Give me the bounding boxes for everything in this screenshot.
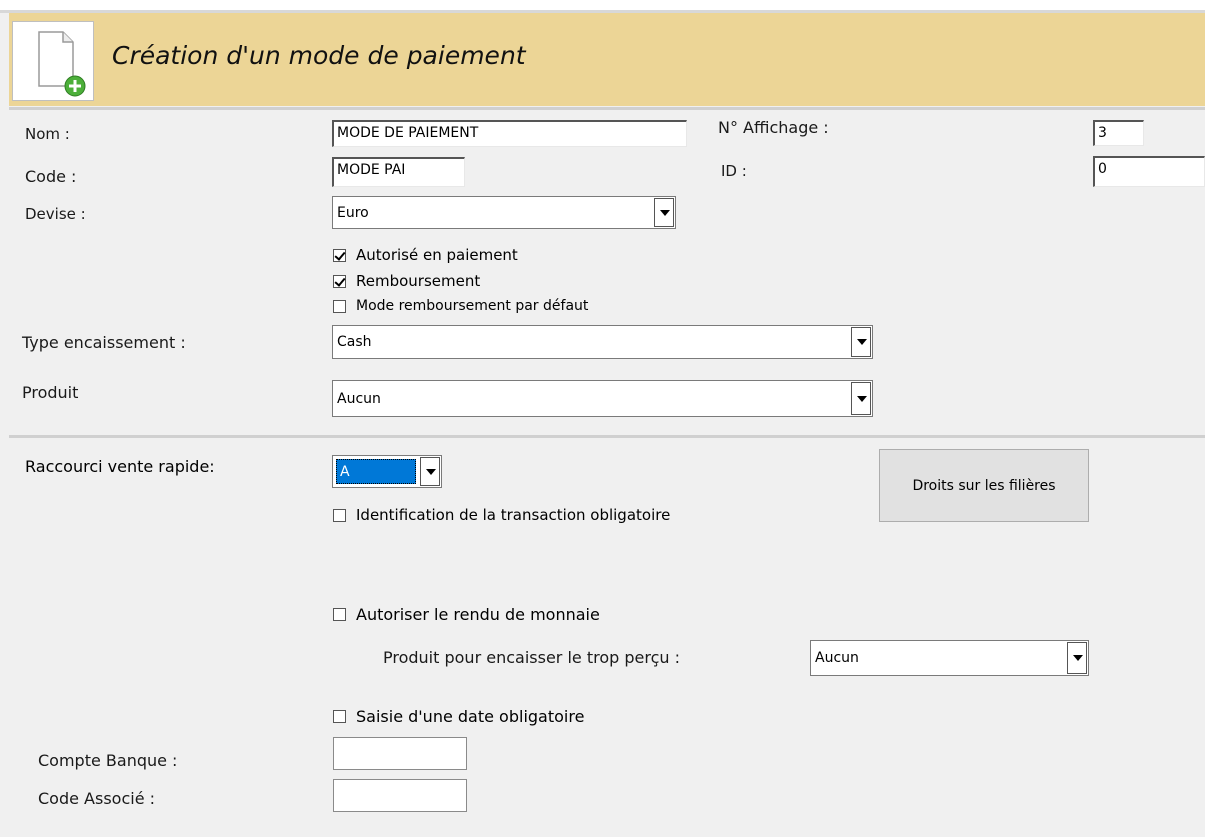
- checkbox-label: Autoriser le rendu de monnaie: [356, 605, 600, 624]
- affichage-label: N° Affichage :: [718, 118, 829, 137]
- checkbox-identification[interactable]: Identification de la transaction obligat…: [333, 506, 670, 524]
- devise-select[interactable]: Euro: [332, 196, 676, 229]
- nom-label: Nom :: [25, 125, 70, 143]
- compte-banque-label: Compte Banque :: [38, 751, 178, 770]
- id-input[interactable]: 0: [1093, 156, 1205, 187]
- checkbox-label: Autorisé en paiement: [356, 246, 518, 264]
- chevron-down-icon[interactable]: [851, 382, 871, 415]
- chevron-down-icon[interactable]: [654, 198, 674, 227]
- code-associe-label: Code Associé :: [38, 789, 156, 808]
- section-divider: [9, 435, 1205, 438]
- compte-banque-input[interactable]: [333, 737, 467, 770]
- checkbox-checked-icon[interactable]: [333, 274, 346, 288]
- chevron-down-icon[interactable]: [1067, 642, 1087, 674]
- produit-trop-percu-value: Aucun: [815, 650, 859, 666]
- raccourci-value: A: [340, 463, 350, 480]
- type-encaissement-label: Type encaissement :: [22, 333, 186, 352]
- checkbox-unchecked-icon[interactable]: [333, 508, 346, 522]
- code-input[interactable]: MODE PAI: [332, 157, 465, 187]
- checkbox-remboursement[interactable]: Remboursement: [333, 272, 480, 290]
- header-divider: [9, 107, 1205, 110]
- chevron-down-icon[interactable]: [851, 327, 871, 357]
- checkbox-unchecked-icon[interactable]: [333, 299, 346, 313]
- window-title: Création d'un mode de paiement: [112, 41, 526, 70]
- produit-select[interactable]: Aucun: [332, 380, 873, 417]
- raccourci-select[interactable]: A: [332, 455, 442, 488]
- produit-trop-percu-label: Produit pour encaisser le trop perçu :: [383, 648, 680, 667]
- checkbox-label: Remboursement: [356, 272, 481, 290]
- top-strip: [0, 0, 1205, 10]
- checkbox-checked-icon[interactable]: [333, 248, 346, 262]
- new-document-icon: [12, 21, 94, 101]
- checkbox-unchecked-icon[interactable]: [333, 608, 346, 621]
- checkbox-mode-remboursement-defaut[interactable]: Mode remboursement par défaut: [333, 298, 588, 314]
- devise-label: Devise :: [25, 205, 86, 223]
- checkbox-saisie-date[interactable]: Saisie d'une date obligatoire: [333, 707, 584, 726]
- produit-value: Aucun: [337, 390, 381, 407]
- checkbox-label: Identification de la transaction obligat…: [356, 506, 671, 524]
- checkbox-label: Saisie d'une date obligatoire: [356, 707, 585, 726]
- raccourci-label: Raccourci vente rapide:: [25, 457, 215, 476]
- checkbox-autorise-paiement[interactable]: Autorisé en paiement: [333, 246, 518, 264]
- id-label: ID :: [721, 162, 747, 180]
- type-encaissement-select[interactable]: Cash: [332, 325, 873, 359]
- produit-label: Produit: [22, 383, 79, 402]
- checkbox-label: Mode remboursement par défaut: [356, 298, 589, 314]
- droits-filieres-button[interactable]: Droits sur les filières: [879, 449, 1089, 522]
- checkbox-rendu-monnaie[interactable]: Autoriser le rendu de monnaie: [333, 605, 600, 624]
- code-label: Code :: [25, 167, 77, 186]
- chevron-down-icon[interactable]: [420, 457, 440, 486]
- produit-trop-percu-select[interactable]: Aucun: [810, 640, 1089, 676]
- type-encaissement-value: Cash: [337, 334, 372, 350]
- checkbox-unchecked-icon[interactable]: [333, 710, 346, 723]
- affichage-input[interactable]: 3: [1093, 120, 1144, 146]
- nom-input[interactable]: MODE DE PAIEMENT: [332, 120, 687, 147]
- devise-value: Euro: [337, 204, 369, 221]
- code-associe-input[interactable]: [333, 779, 467, 812]
